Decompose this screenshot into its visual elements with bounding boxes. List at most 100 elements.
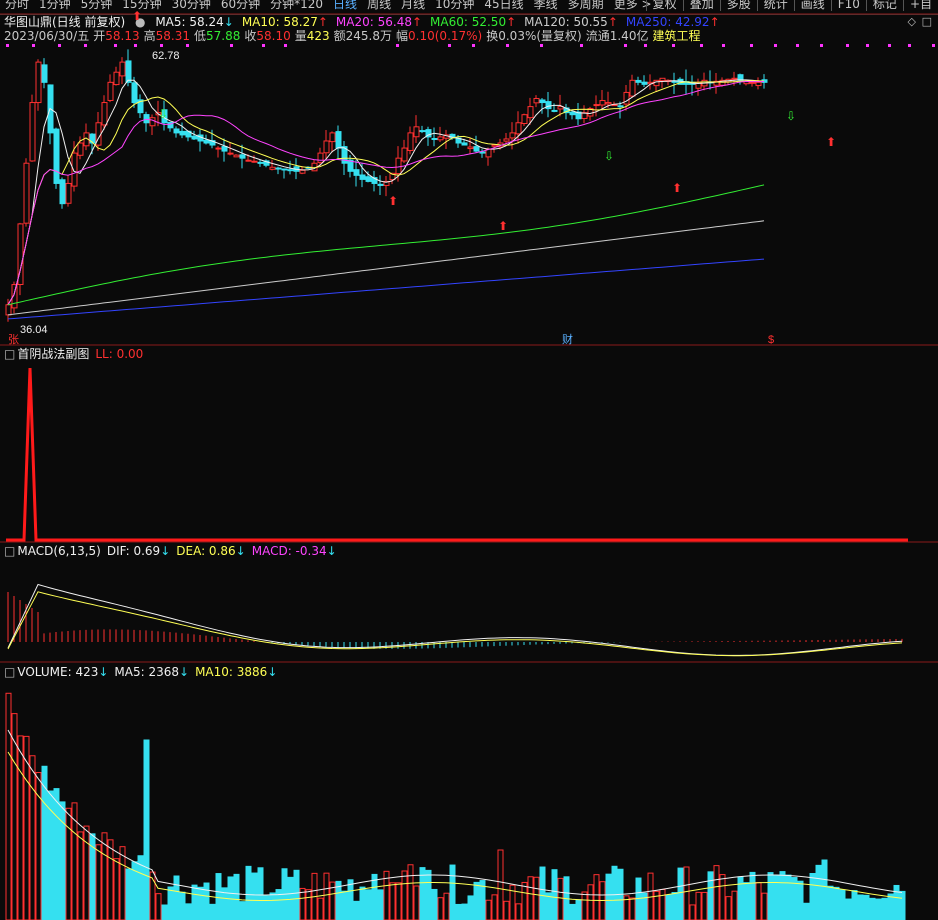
volume-bar <box>467 895 474 920</box>
volume-bar <box>209 903 216 920</box>
volume-bar <box>695 891 702 920</box>
candle-body <box>545 101 552 110</box>
candle-body <box>419 130 426 133</box>
signal-down-arrow-icon: ⇩ <box>604 149 614 163</box>
volume-bar <box>113 858 120 920</box>
signal-dot <box>644 44 647 47</box>
volume-bar <box>347 879 354 920</box>
volume-bar <box>779 871 786 920</box>
event-marker: 张 <box>8 333 19 346</box>
volume-bar <box>677 867 684 920</box>
volume-bar <box>395 882 402 920</box>
candle-body <box>53 128 60 184</box>
signal-up-arrow-icon: ⬆ <box>132 9 142 23</box>
candle-body <box>179 130 186 136</box>
candle-body <box>119 61 126 77</box>
volume-bar <box>539 866 546 920</box>
volume-bar <box>767 872 774 920</box>
candle-body <box>335 131 342 149</box>
volume-bar <box>233 873 240 920</box>
volume-bar <box>293 869 300 920</box>
volume-bar <box>173 875 180 920</box>
candle-body <box>407 132 414 151</box>
volume-bar <box>305 889 312 920</box>
candle-body <box>203 139 210 144</box>
volume-bar <box>833 886 840 920</box>
kline-chart[interactable]: 62.78 36.04张 财 $ ⇩ ⇩ ⇩ ⬆ ⬆ ⬆ ⬆ ⬆ <box>0 0 938 920</box>
volume-bar <box>401 870 408 920</box>
candle-body <box>233 154 240 158</box>
candle-body <box>749 81 756 84</box>
candle-body <box>65 182 72 204</box>
signal-dot <box>908 44 911 47</box>
signal-dot <box>846 44 849 47</box>
signal-up-arrow-icon: ⬆ <box>388 194 398 208</box>
volume-bar <box>389 882 396 920</box>
volume-bar <box>683 866 690 920</box>
volume-bar <box>803 902 810 920</box>
candle-body <box>227 152 234 155</box>
volume-bar <box>341 890 348 920</box>
volume-bar <box>59 801 66 920</box>
signal-dot <box>888 44 891 47</box>
candle-body <box>731 77 738 80</box>
signal-dot <box>32 44 35 47</box>
signal-dot <box>700 44 703 47</box>
candle-body <box>395 157 402 175</box>
candle-body <box>191 135 198 140</box>
volume-bar <box>431 888 438 920</box>
candle-body <box>269 166 276 170</box>
volume-bar <box>815 864 822 920</box>
candle-body <box>467 146 474 150</box>
candle-body <box>461 142 468 146</box>
candle-body <box>143 114 150 124</box>
volume-bar <box>53 788 60 920</box>
volume-bar <box>851 890 858 920</box>
volume-bar <box>743 882 750 920</box>
volume-bar <box>719 874 726 920</box>
volume-bar <box>557 877 564 920</box>
volume-bar <box>497 849 504 920</box>
candle-body <box>359 174 366 180</box>
candle-body <box>173 128 180 134</box>
volume-bar <box>461 903 468 920</box>
candle-body <box>593 104 600 107</box>
volume-bar <box>629 897 636 920</box>
volume-bar <box>665 894 672 920</box>
candle-body <box>599 100 606 106</box>
volume-bar <box>707 871 714 920</box>
signal-dot <box>866 44 869 47</box>
candle-body <box>431 138 438 141</box>
volume-bar <box>755 882 762 920</box>
volume-bar <box>455 903 462 920</box>
volume-bar <box>491 894 498 920</box>
candle-body <box>281 168 288 171</box>
signal-dot <box>58 44 61 47</box>
volume-bar <box>701 891 708 920</box>
volume-bar <box>5 692 12 920</box>
volume-bar <box>215 873 222 920</box>
signal-dot <box>750 44 753 47</box>
volume-bar <box>167 886 174 920</box>
volume-bar <box>785 874 792 920</box>
candle-body <box>275 167 282 170</box>
volume-bar <box>527 876 534 920</box>
candle-body <box>473 146 480 152</box>
volume-bar <box>875 898 882 920</box>
volume-bar <box>749 871 756 920</box>
candle-body <box>329 132 336 143</box>
signal-down-arrow-icon: ⇩ <box>158 107 168 121</box>
volume-bar <box>587 884 594 920</box>
signal-dot <box>624 44 627 47</box>
volume-bar <box>125 868 132 920</box>
event-marker: $ <box>768 334 774 346</box>
candle-body <box>503 138 510 142</box>
volume-bar <box>821 859 828 920</box>
candle-body <box>413 126 420 138</box>
volume-bar <box>503 900 510 920</box>
volume-bar <box>809 873 816 920</box>
volume-bar <box>863 894 870 920</box>
volume-bar <box>611 865 618 920</box>
volume-bar <box>377 889 384 920</box>
signal-dot <box>932 44 935 47</box>
